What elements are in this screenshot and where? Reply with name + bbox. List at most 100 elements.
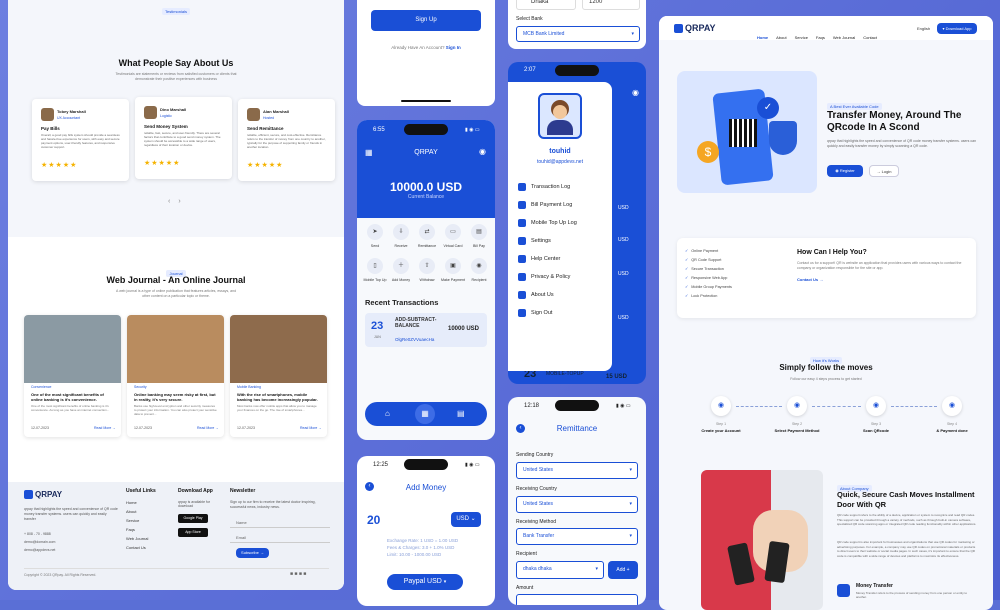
app-store-button[interactable]: App Store <box>178 528 208 537</box>
nav-contact[interactable]: Contact <box>863 35 877 40</box>
receiving-method-select[interactable]: Bank Transfer ▾ <box>516 528 638 545</box>
menu-item-mobile-top-up-log[interactable]: Mobile Top Up Log <box>518 219 577 227</box>
testimonials-badge: Testimonials <box>161 8 190 15</box>
journal-card[interactable]: Mobile Banking With the rise of smartphon… <box>230 315 327 437</box>
drawer-screen: 2:07 ◉ USD USD USD USD 23 MOBILE-TOPUP 15 U… <box>508 62 646 384</box>
select-bank-label: Select Bank <box>516 16 543 22</box>
footer-link[interactable]: Faqs <box>126 527 148 532</box>
check-icon: ✓ <box>685 294 689 298</box>
action-virtual-card[interactable]: ▭ Virtual Card <box>441 224 465 254</box>
bank-select[interactable]: MCB Bank Limited ▾ <box>516 26 640 42</box>
zip-field[interactable]: 1200 <box>582 0 640 10</box>
testimonial-title: Send Money System <box>144 124 188 129</box>
carousel-prev-button[interactable]: ‹ <box>168 198 170 205</box>
facebook-icon[interactable]: ■ <box>290 571 293 577</box>
receiving-country-select[interactable]: United States ▾ <box>516 496 638 513</box>
journal-category: Convenience <box>31 385 52 389</box>
page-title: Add Money <box>405 483 447 492</box>
action-bill-pay[interactable]: ▤ Bill Pay <box>467 224 491 254</box>
language-select[interactable]: English <box>917 26 930 31</box>
footer-link[interactable]: Contact Us <box>126 545 148 550</box>
currency-select[interactable]: USD ⌄ <box>451 512 481 527</box>
menu-item-bill-payment-log[interactable]: Bill Payment Log <box>518 201 572 209</box>
avatar <box>144 106 157 119</box>
linkedin-icon[interactable]: ■ <box>303 571 306 577</box>
money-transfer-text: Money Transfer refers to the process of … <box>856 591 968 599</box>
nav-about[interactable]: About <box>776 35 786 40</box>
sending-country-label: Sending Country <box>516 452 554 458</box>
twitter-icon[interactable]: ■ <box>294 571 297 577</box>
action-send[interactable]: ➤ Send <box>363 224 387 254</box>
action-icon: ◉ <box>471 258 487 274</box>
payment-method-select[interactable]: Paypal USD ▾ <box>387 574 463 590</box>
journal-card[interactable]: Security Online banking may seem risky at… <box>127 315 224 437</box>
avatar <box>247 108 260 121</box>
footer-link[interactable]: Service <box>126 518 148 523</box>
footer-link[interactable]: Home <box>126 500 148 505</box>
menu-item-settings[interactable]: Settings <box>518 237 551 245</box>
chevron-down-icon: ▾ <box>629 533 632 539</box>
instagram-icon[interactable]: ■ <box>299 571 302 577</box>
feature-label: Responsive Web App <box>691 276 728 280</box>
menu-icon <box>518 273 526 281</box>
register-button[interactable]: ◉ Register <box>827 165 863 177</box>
feature-label: Lock Protection <box>691 294 718 298</box>
side-amount: USD <box>618 315 629 321</box>
newsletter-name-input[interactable]: Name <box>230 517 330 528</box>
nav-faqs[interactable]: Faqs <box>816 35 825 40</box>
action-make-payment[interactable]: ▣ Make Payment <box>441 258 465 288</box>
chevron-down-icon: ▾ <box>629 501 632 507</box>
qr-scan-nav-icon[interactable]: ▦ <box>415 404 435 424</box>
menu-item-help-center[interactable]: Help Center <box>518 255 560 263</box>
newsletter-email-input[interactable]: Email <box>230 532 330 543</box>
testimonial-title: Send Remittance <box>247 126 284 131</box>
remittance-screen: 12:18 ▮ ◉ ▭ ‹ Remittance Sending Country… <box>508 397 646 605</box>
nav-web-journal[interactable]: Web Journal <box>833 35 855 40</box>
action-mobile-top-up[interactable]: ▯ Mobile Top Up <box>363 258 387 288</box>
profile-icon[interactable]: ◉ <box>479 147 486 156</box>
menu-item-sign-out[interactable]: Sign Out <box>518 309 552 317</box>
action-recipient[interactable]: ◉ Recipient <box>467 258 491 288</box>
home-nav-icon[interactable]: ⌂ <box>385 409 390 418</box>
footer-link[interactable]: About <box>126 509 148 514</box>
google-play-button[interactable]: Google Play <box>178 514 208 523</box>
coin-icon: $ <box>697 141 719 163</box>
action-receive[interactable]: ⇩ Receive <box>389 224 413 254</box>
menu-item-privacy-policy[interactable]: Privacy & Policy <box>518 273 570 281</box>
menu-item-transaction-log[interactable]: Transaction Log <box>518 183 570 191</box>
recipient-select[interactable]: dhaka dhaka ▾ <box>516 561 604 579</box>
action-add-money[interactable]: ＋ Add Money <box>389 258 413 288</box>
signin-link[interactable]: Sign In <box>446 45 461 50</box>
login-button[interactable]: → Login <box>869 165 899 177</box>
nav-home[interactable]: Home <box>757 35 768 40</box>
menu-item-about-us[interactable]: About Us <box>518 291 554 299</box>
read-more-link[interactable]: Read More → <box>197 426 219 430</box>
action-withdraw[interactable]: ⇧ Withdraw <box>415 258 439 288</box>
subscribe-button[interactable]: Subscribe → <box>236 548 269 558</box>
footer-brand: QRPAY <box>24 490 62 500</box>
rating-stars: ★★★★★ <box>247 162 284 169</box>
history-nav-icon[interactable]: ▤ <box>457 409 465 418</box>
website-panel-right: QRPAY Home About Service Faqs Web Journal Con… <box>659 16 993 610</box>
testimonial-card: Alan Marshall Hosted Send Remittance reliab… <box>238 99 335 181</box>
city-field[interactable]: Dhaka <box>516 0 576 10</box>
download-app-button[interactable]: ▾ Download App <box>937 23 977 34</box>
read-more-link[interactable]: Read More → <box>300 426 322 430</box>
read-more-link[interactable]: Read More → <box>94 426 116 430</box>
contact-us-link[interactable]: Contact Us → <box>797 277 823 282</box>
feature-item: ✓ QR Code Support <box>685 257 732 262</box>
transaction-item[interactable]: 23 JUN ADD-SUBTRACT-BALANCE OlgRe0ZVVuae… <box>365 313 487 347</box>
sending-country-select[interactable]: United States ▾ <box>516 462 638 479</box>
footer-link[interactable]: Web Journal <box>126 536 148 541</box>
carousel-next-button[interactable]: › <box>178 198 180 205</box>
menu-icon <box>518 255 526 263</box>
journal-card[interactable]: Convenience One of the most significant b… <box>24 315 121 437</box>
signup-button[interactable]: Sign Up <box>371 10 481 31</box>
amount-value[interactable]: 20 <box>367 513 380 527</box>
signup-screen: Sign Up Already Have An Account? Sign In <box>357 0 495 106</box>
add-recipient-button[interactable]: Add + <box>608 561 638 579</box>
action-remittance[interactable]: ⇄ Remittance <box>415 224 439 254</box>
nav-service[interactable]: Service <box>795 35 808 40</box>
brand-logo[interactable]: QRPAY <box>674 23 716 34</box>
profile-icon[interactable]: ◉ <box>632 88 639 97</box>
